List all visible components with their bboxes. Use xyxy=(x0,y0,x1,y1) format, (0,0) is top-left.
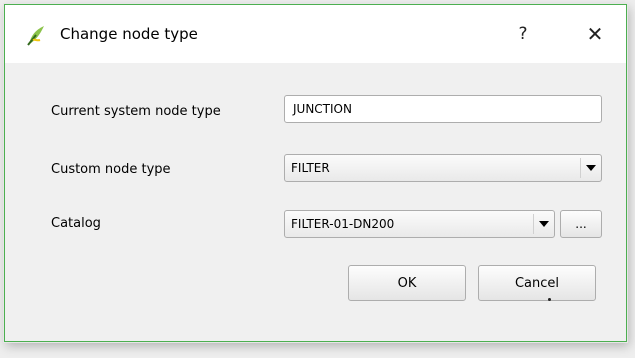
custom-node-type-label: Custom node type xyxy=(51,162,171,177)
catalog-select[interactable]: FILTER-01-DN200 xyxy=(284,210,555,238)
current-node-type-label: Current system node type xyxy=(51,104,221,119)
cancel-button[interactable]: Cancel xyxy=(478,265,596,301)
close-button[interactable]: ✕ xyxy=(573,17,617,51)
change-node-type-dialog: Change node type ? ✕ Current system node… xyxy=(4,4,627,342)
catalog-value: FILTER-01-DN200 xyxy=(291,217,395,231)
qgis-icon xyxy=(27,26,44,46)
dropdown-arrow-icon[interactable] xyxy=(533,214,554,234)
custom-node-type-select[interactable]: FILTER xyxy=(284,154,602,182)
title-bar: Change node type ? ✕ xyxy=(5,5,626,63)
dialog-title: Change node type xyxy=(60,25,198,43)
current-node-type-field[interactable]: JUNCTION xyxy=(284,95,602,123)
custom-node-type-value: FILTER xyxy=(291,161,330,175)
dropdown-arrow-icon[interactable] xyxy=(580,158,601,178)
ok-button[interactable]: OK xyxy=(348,265,466,301)
catalog-label: Catalog xyxy=(51,216,101,231)
mouse-cursor-icon xyxy=(548,298,551,301)
catalog-browse-button[interactable]: ... xyxy=(560,210,602,238)
help-button[interactable]: ? xyxy=(501,17,545,51)
